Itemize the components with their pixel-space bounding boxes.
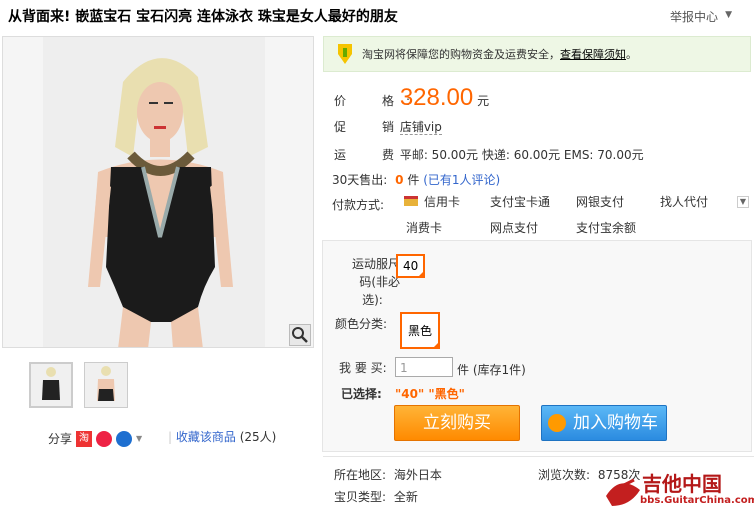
checkmark-icon bbox=[432, 341, 441, 349]
color-label: 颜色分类: bbox=[335, 317, 388, 331]
payment-label: 付款方式: bbox=[332, 198, 385, 212]
zoom-icon[interactable] bbox=[289, 324, 311, 346]
color-option-label: 黑色 bbox=[408, 324, 433, 338]
location-value: 海外日本 bbox=[393, 468, 442, 482]
location-row: 所在地区: 海外日本 bbox=[334, 466, 442, 483]
condition-row: 宝贝类型: 全新 bbox=[334, 488, 418, 505]
share-bar: 分享 淘 ▼ bbox=[48, 430, 142, 447]
sales-row: 30天售出: 0 件 (已有1人评论) bbox=[332, 171, 500, 188]
price-value: 328.00 bbox=[399, 84, 474, 111]
size-label-line2: 码(非必 bbox=[359, 275, 400, 289]
watermark-url: bbs.GuitarChina.com bbox=[640, 495, 754, 506]
main-product-photo[interactable] bbox=[2, 36, 314, 348]
views-label: 浏览次数: bbox=[538, 468, 591, 482]
favorite-count: (25人) bbox=[239, 430, 277, 444]
payment-alipay-card: 支付宝卡通 bbox=[490, 195, 551, 209]
sales-count: 0 bbox=[395, 173, 404, 187]
credit-card-icon bbox=[404, 196, 418, 206]
add-to-cart-button[interactable]: 加入购物车 bbox=[541, 405, 667, 441]
taobao-share-icon[interactable]: 淘 bbox=[76, 430, 93, 447]
payment-netbank: 网银支付 bbox=[576, 195, 625, 209]
condition-label: 宝贝类型: bbox=[334, 490, 387, 504]
thumbnail-back[interactable] bbox=[84, 362, 128, 408]
share-label: 分享 bbox=[48, 432, 73, 446]
payment-proxy-pay: 找人代付 bbox=[660, 195, 709, 209]
shield-icon bbox=[334, 42, 356, 66]
watermark-main-text: 吉他中国 bbox=[642, 472, 722, 496]
selected-value: "40" "黑色" bbox=[395, 387, 465, 401]
report-center-link[interactable]: 举报中心 bbox=[670, 8, 718, 25]
chevron-down-icon[interactable]: ▼ bbox=[136, 434, 142, 443]
thumbnail-front[interactable] bbox=[29, 362, 73, 408]
shipping-value: 平邮: 50.00元 快递: 60.00元 EMS: 70.00元 bbox=[399, 148, 644, 162]
price-unit: 元 bbox=[477, 94, 490, 108]
favorite-link[interactable]: 收藏该商品 bbox=[176, 430, 236, 444]
price-row: 价 格: 328.00 元 bbox=[334, 84, 489, 112]
color-option-black[interactable]: 黑色 bbox=[400, 312, 441, 349]
purchase-options-panel: 运动服尺 码(非必 选): 40 颜色分类: 黑色 我 要 买: 件 (库存1件… bbox=[322, 240, 752, 452]
payment-consumer-card: 消费卡 bbox=[406, 221, 443, 235]
expand-payment-icon[interactable]: ▼ bbox=[737, 196, 749, 208]
selected-label: 已选择: bbox=[341, 387, 382, 401]
condition-value: 全新 bbox=[393, 490, 418, 504]
payment-credit-card: 信用卡 bbox=[424, 195, 461, 209]
weibo-share-icon[interactable] bbox=[96, 430, 113, 447]
sales-unit: 件 bbox=[407, 173, 420, 187]
product-title: 从背面来! 嵌蓝宝石 宝石闪亮 连体泳衣 珠宝是女人最好的朋友 bbox=[8, 9, 398, 25]
renren-share-icon[interactable] bbox=[116, 430, 133, 447]
checkmark-icon bbox=[417, 270, 426, 278]
reviews-link[interactable]: (已有1人评论) bbox=[423, 173, 500, 187]
guarantee-text: 淘宝网将保障您的购物资金及运费安全， bbox=[362, 48, 560, 61]
size-option-label: 40 bbox=[403, 259, 419, 273]
sales-label: 30天售出: bbox=[332, 173, 388, 187]
quantity-stock: 件 (库存1件) bbox=[457, 363, 526, 377]
shipping-row: 运 费: 平邮: 50.00元 快递: 60.00元 EMS: 70.00元 bbox=[334, 146, 644, 163]
favorite-area: | 收藏该商品 (25人) bbox=[168, 430, 277, 444]
chevron-down-icon[interactable]: ▼ bbox=[725, 10, 732, 20]
guarantee-banner: 淘宝网将保障您的购物资金及运费安全， 查看保障须知 。 bbox=[323, 36, 751, 72]
quantity-label: 我 要 买: bbox=[339, 361, 387, 375]
cart-icon bbox=[548, 414, 566, 432]
add-to-cart-label: 加入购物车 bbox=[573, 413, 658, 433]
size-label: 运动服尺 码(非必 选): bbox=[345, 255, 400, 309]
promo-label: 促 销: bbox=[334, 120, 423, 134]
payment-alipay-balance: 支付宝余额 bbox=[576, 221, 637, 235]
size-label-line3: 选): bbox=[362, 293, 383, 307]
product-photo-image bbox=[3, 37, 313, 347]
guarantee-tail: 。 bbox=[626, 48, 637, 61]
promo-row: 促 销: 店铺vip bbox=[334, 118, 442, 135]
guarantee-link[interactable]: 查看保障须知 bbox=[560, 46, 626, 62]
divider bbox=[323, 456, 754, 457]
promo-value: 店铺vip bbox=[399, 120, 442, 135]
guitarchina-watermark: 吉他中国 bbs.GuitarChina.com bbox=[600, 466, 754, 514]
payment-outlet: 网点支付 bbox=[490, 221, 539, 235]
shipping-label: 运 费: bbox=[334, 148, 423, 162]
size-option-40[interactable]: 40 bbox=[396, 254, 426, 278]
size-label-line1: 运动服尺 bbox=[351, 257, 400, 271]
buy-now-button[interactable]: 立刻购买 bbox=[394, 405, 520, 441]
location-label: 所在地区: bbox=[334, 468, 387, 482]
quantity-input[interactable]: 1 bbox=[395, 357, 453, 377]
price-label: 价 格: bbox=[334, 94, 423, 108]
